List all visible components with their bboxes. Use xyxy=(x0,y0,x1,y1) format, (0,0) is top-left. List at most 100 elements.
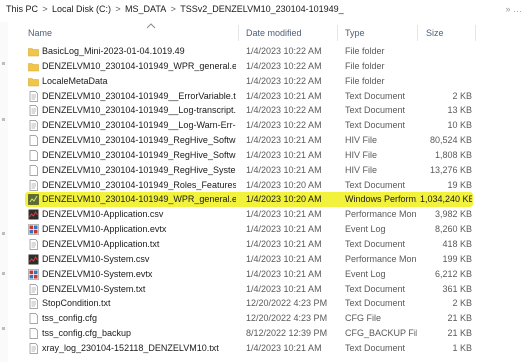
file-date-modified: 1/4/2023 10:20 AM xyxy=(246,194,322,205)
column-divider[interactable] xyxy=(337,25,338,41)
hiv-file-icon xyxy=(29,150,38,161)
file-row[interactable]: DENZELVM10_230104-101949__ErrorVariable.… xyxy=(0,89,528,104)
file-type: Text Document xyxy=(345,342,406,353)
file-type: HIV File xyxy=(345,135,378,146)
column-header-name[interactable]: Name xyxy=(28,22,52,44)
csv-file-icon xyxy=(28,254,39,265)
file-row[interactable]: xray_log_230104-152118_DENZELVM10.txt 1/4… xyxy=(0,341,528,356)
folder-icon xyxy=(28,77,39,86)
file-size: 8,260 KB xyxy=(434,224,472,235)
file-date-modified: 1/4/2023 10:22 AM xyxy=(246,60,322,71)
breadcrumb: This PC > Local Disk (C:) > MS_DATA > TS… xyxy=(0,0,528,18)
file-list: Name Date modified Type Size BasicLog_Mi… xyxy=(0,22,528,356)
breadcrumb-item-local-disk[interactable]: Local Disk (C:) xyxy=(52,0,111,18)
file-name: DENZELVM10-System.csv xyxy=(42,253,150,264)
file-size: 3,982 KB xyxy=(434,209,472,220)
hiv-file-icon xyxy=(29,164,38,176)
file-row[interactable]: DENZELVM10_230104-101949_Roles_Features_… xyxy=(0,178,528,193)
file-date-modified: 1/4/2023 10:21 AM xyxy=(246,149,322,160)
file-type: Text Document xyxy=(345,238,406,249)
evtx-file-icon xyxy=(28,224,39,235)
file-row[interactable]: DENZELVM10_230104-101949_RegHive_Softwar… xyxy=(0,133,528,148)
chevron-right-icon: > xyxy=(42,4,48,14)
file-name: DENZELVM10_230104-101949_RegHive_Softwar… xyxy=(42,149,236,160)
file-row[interactable]: DENZELVM10_230104-101949__Log-transcript… xyxy=(0,103,528,118)
column-header-type[interactable]: Type xyxy=(345,22,365,44)
file-size: 361 KB xyxy=(442,283,472,294)
file-date-modified: 1/4/2023 10:21 AM xyxy=(246,209,322,220)
file-row[interactable]: DENZELVM10-Application.csv 1/4/2023 10:21… xyxy=(0,207,528,222)
file-row[interactable]: DENZELVM10_230104-101949_RegHive_System.… xyxy=(0,163,528,178)
text-file-icon xyxy=(29,90,38,102)
cfg-file-icon xyxy=(29,313,38,325)
file-date-modified: 1/4/2023 10:21 AM xyxy=(246,238,322,249)
file-name: DENZELVM10-Application.evtx xyxy=(42,224,167,235)
text-file-icon xyxy=(29,179,38,191)
file-type: Windows Perform... xyxy=(345,194,417,205)
file-size: 21 KB xyxy=(447,313,472,324)
file-row[interactable]: LocaleMetaData 1/4/2023 10:22 AM File fold… xyxy=(0,74,528,89)
file-date-modified: 1/4/2023 10:21 AM xyxy=(246,90,322,101)
file-date-modified: 12/20/2022 4:23 PM xyxy=(246,298,328,309)
file-row[interactable]: DENZELVM10_230104-101949_WPR_general.etl… xyxy=(0,192,528,208)
file-name: DENZELVM10_230104-101949__Log-Warn-Err-I… xyxy=(42,120,236,131)
breadcrumb-item-this-pc[interactable]: This PC xyxy=(0,0,38,18)
file-row[interactable]: DENZELVM10-Application.evtx 1/4/2023 10:2… xyxy=(0,222,528,237)
file-size: 418 KB xyxy=(442,238,472,249)
file-row[interactable]: BasicLog_Mini-2023-01-04.1019.49 1/4/2023… xyxy=(0,44,528,59)
file-type: Text Document xyxy=(345,105,406,116)
text-file-icon xyxy=(29,105,38,117)
breadcrumb-item-ms-data[interactable]: MS_DATA xyxy=(125,0,166,18)
file-row[interactable]: DENZELVM10_230104-101949_RegHive_Softwar… xyxy=(0,148,528,163)
file-row[interactable]: tss_config.cfg 12/20/2022 4:23 PM CFG File… xyxy=(0,311,528,326)
file-type: File folder xyxy=(345,60,385,71)
file-name: DENZELVM10-System.txt xyxy=(42,283,146,294)
file-size: 80,524 KB xyxy=(429,135,472,146)
file-row[interactable]: DENZELVM10-System.txt 1/4/2023 10:21 AM Te… xyxy=(0,282,528,297)
file-size: 10 KB xyxy=(447,120,472,131)
file-name: LocaleMetaData xyxy=(42,75,108,86)
file-date-modified: 1/4/2023 10:21 AM xyxy=(246,164,322,175)
file-type: CFG File xyxy=(345,313,381,324)
file-type: File folder xyxy=(345,46,385,56)
file-size: 19 KB xyxy=(447,179,472,190)
file-size: 2 KB xyxy=(452,90,472,101)
file-row[interactable]: DENZELVM10-System.csv 1/4/2023 10:21 AM Pe… xyxy=(0,252,528,267)
file-row[interactable]: StopCondition.txt 12/20/2022 4:23 PM Text … xyxy=(0,296,528,311)
column-header-date-modified[interactable]: Date modified xyxy=(246,22,302,44)
column-divider[interactable] xyxy=(238,25,239,41)
file-type: Text Document xyxy=(345,90,406,101)
file-type: Performance Moni... xyxy=(345,253,417,264)
chevron-right-icon: > xyxy=(115,4,121,14)
file-size xyxy=(420,74,472,89)
file-type: Text Document xyxy=(345,120,406,131)
breadcrumb-item-current-folder[interactable]: TSSv2_DENZELVM10_230104-101949_ xyxy=(180,0,343,18)
file-name: DENZELVM10_230104-101949__ErrorVariable.… xyxy=(42,90,236,101)
file-row[interactable]: DENZELVM10-System.evtx 1/4/2023 10:21 AM E… xyxy=(0,267,528,282)
file-type: Text Document xyxy=(345,179,406,190)
file-date-modified: 1/4/2023 10:21 AM xyxy=(246,253,322,264)
file-name: tss_config.cfg_backup xyxy=(42,328,132,339)
breadcrumb-overflow[interactable]: » … xyxy=(505,0,522,18)
file-row[interactable]: DENZELVM10-Application.txt 1/4/2023 10:21… xyxy=(0,237,528,252)
sort-ascending-icon xyxy=(146,23,156,29)
file-type: Text Document xyxy=(345,283,406,294)
cfg-file-icon xyxy=(29,328,38,339)
text-file-icon xyxy=(29,343,38,354)
column-header-size[interactable]: Size xyxy=(426,22,444,44)
column-divider[interactable] xyxy=(475,25,476,41)
etl-file-icon xyxy=(28,194,39,206)
file-date-modified: 1/4/2023 10:21 AM xyxy=(246,268,322,279)
file-size: 1 KB xyxy=(452,342,472,353)
file-row[interactable]: DENZELVM10_230104-101949_WPR_general.etl… xyxy=(0,59,528,74)
file-type: Event Log xyxy=(345,224,386,235)
file-row[interactable]: DENZELVM10_230104-101949__Log-Warn-Err-I… xyxy=(0,118,528,133)
file-row[interactable]: tss_config.cfg_backup 8/12/2022 12:39 PM C… xyxy=(0,326,528,341)
file-size: 13 KB xyxy=(447,105,472,116)
text-file-icon xyxy=(29,298,38,310)
text-file-icon xyxy=(29,283,38,295)
file-explorer-window: This PC > Local Disk (C:) > MS_DATA > TS… xyxy=(0,0,528,362)
column-divider[interactable] xyxy=(417,25,418,41)
file-date-modified: 1/4/2023 10:22 AM xyxy=(246,46,322,56)
file-type: Event Log xyxy=(345,268,386,279)
